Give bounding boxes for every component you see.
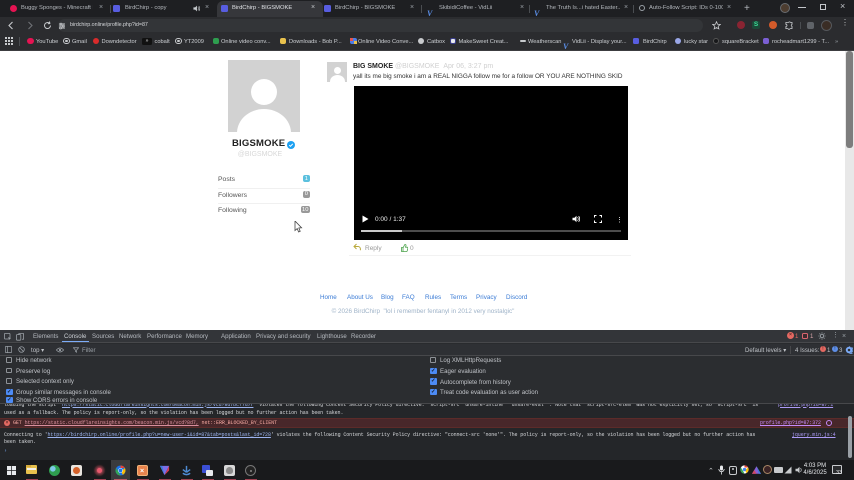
svg-text:V: V [427, 9, 433, 17]
svg-text:V: V [563, 42, 569, 50]
svg-text:V: V [534, 9, 540, 17]
